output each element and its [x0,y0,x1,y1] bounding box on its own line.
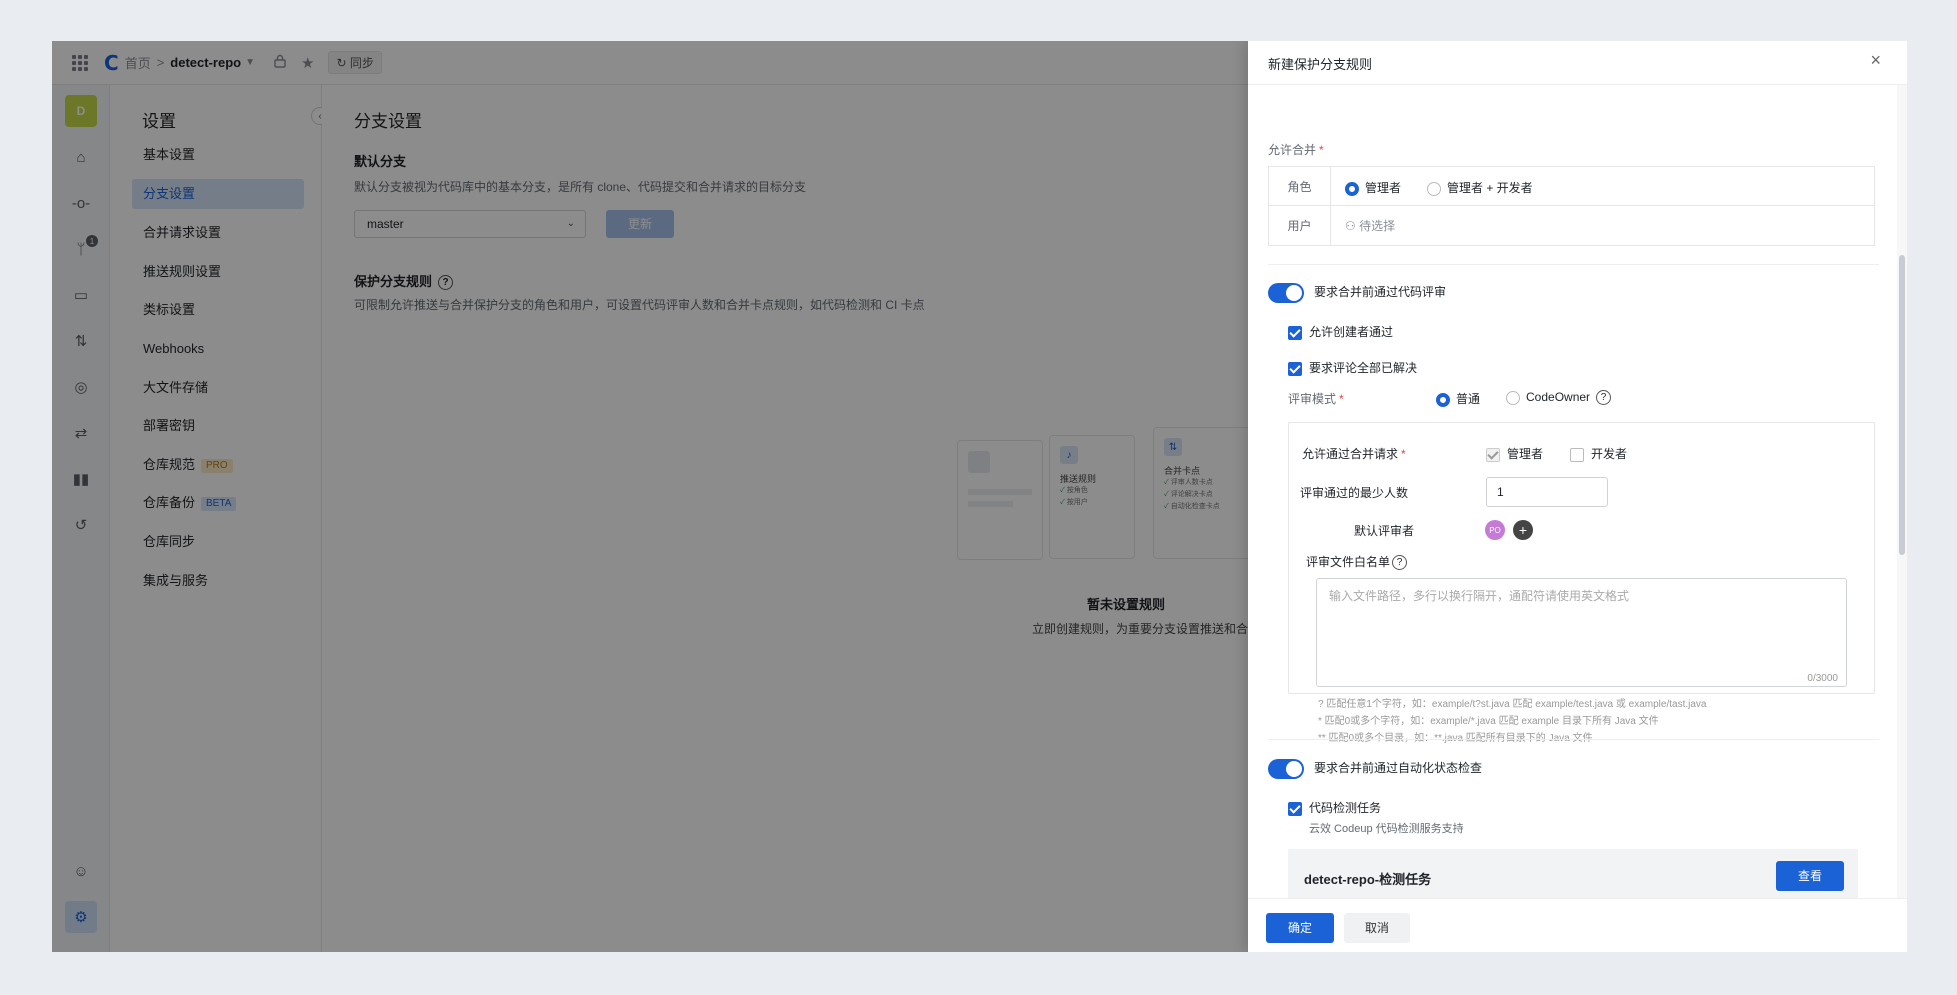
radio-unchecked[interactable] [1427,181,1441,196]
char-counter: 0/3000 [1807,673,1838,684]
divider [1268,739,1879,740]
code-check-task-row[interactable]: 代码检测任务 [1288,799,1381,816]
code-review-switch[interactable] [1268,283,1304,303]
help-icon[interactable]: ? [1596,390,1612,406]
allow-pass-label: 允许通过合并请求 * [1302,445,1406,462]
radio-checked[interactable] [1345,181,1359,196]
mode-option-label: 普通 [1456,392,1481,406]
role-option-label: 管理者 + 开发者 [1447,181,1533,195]
help-icon[interactable]: ? [1392,555,1408,571]
default-reviewer-label: 默认评审者 [1354,524,1415,538]
view-button[interactable]: 查看 [1776,861,1844,891]
mode-option-label: CodeOwner [1526,390,1591,404]
add-user-icon: ⚇ [1345,219,1360,233]
code-review-switch-label: 要求合并前通过代码评审 [1314,285,1447,300]
code-review-toggle-row: 要求合并前通过代码评审 [1268,283,1446,303]
allow-pass-option-label: 开发者 [1591,447,1628,461]
required-mark: * [1319,143,1324,157]
whitelist-textarea[interactable]: 输入文件路径，多行以换行隔开，通配符请使用英文格式 0/3000 [1316,578,1847,687]
role-option-admin[interactable]: 管理者 [1345,179,1401,196]
whitelist-placeholder: 输入文件路径，多行以换行隔开，通配符请使用英文格式 [1329,589,1630,603]
radio-checked[interactable] [1436,392,1450,407]
allow-merge-label: 允许合并 * [1268,141,1324,158]
allow-creator-checkbox-row[interactable]: 允许创建者通过 [1288,323,1393,340]
allow-pass-admin: 管理者 [1486,445,1543,462]
auto-check-switch-label: 要求合并前通过自动化状态检查 [1314,761,1483,776]
new-protected-branch-drawer: 新建保护分支规则 × 允许合并 * 角色 管理者 管理者 + 开发者 用户 ⚇ 待… [1248,41,1907,952]
detect-task-name: detect-repo-检测任务 [1304,872,1432,887]
detect-task-card: detect-repo-检测任务 查看 [1288,849,1858,905]
auto-check-toggle-row: 要求合并前通过自动化状态检查 [1268,759,1482,779]
allow-pass-admin-checkbox [1486,447,1500,462]
confirm-button[interactable]: 确定 [1266,913,1334,943]
user-placeholder: 待选择 [1359,219,1396,233]
whitelist-label: 评审文件白名单? [1306,553,1408,571]
allow-merge-table: 角色 管理者 管理者 + 开发者 用户 ⚇ 待选择 [1268,166,1875,246]
drawer-header: 新建保护分支规则 × [1248,41,1907,85]
close-icon[interactable]: × [1870,50,1881,71]
role-option-admin-dev[interactable]: 管理者 + 开发者 [1427,179,1533,196]
review-mode-label: 评审模式 * [1288,390,1344,407]
role-row: 角色 管理者 管理者 + 开发者 [1269,167,1874,206]
allow-merge-label-text: 允许合并 [1268,143,1317,157]
role-label: 角色 [1269,167,1331,205]
user-label: 用户 [1269,206,1331,245]
allow-pass-label-text: 允许通过合并请求 [1302,447,1399,461]
reviewer-list: PO + [1485,520,1533,540]
drawer-title: 新建保护分支规则 [1268,57,1373,72]
cancel-button[interactable]: 取消 [1344,913,1410,943]
allow-pass-dev[interactable]: 开发者 [1570,445,1627,462]
code-check-task-checkbox[interactable] [1288,801,1302,816]
require-resolved-checkbox-row[interactable]: 要求评论全部已解决 [1288,359,1417,376]
app-window: C 首页 > detect-repo ▼ ★ ↻ 同步 D ⌂ -o- ᛘ1 ▭… [52,41,1907,952]
mode-option-codeowner[interactable]: CodeOwner? [1506,390,1612,406]
allow-pass-dev-checkbox[interactable] [1570,447,1584,462]
code-check-task-label: 代码检测任务 [1309,801,1382,815]
min-reviewers-label: 评审通过的最少人数 [1300,486,1409,500]
auto-check-switch[interactable] [1268,759,1304,779]
radio-unchecked[interactable] [1506,390,1520,405]
drawer-scrollbar[interactable] [1897,85,1907,898]
require-resolved-checkbox[interactable] [1288,361,1302,376]
reviewer-avatar[interactable]: PO [1485,520,1505,540]
user-row: 用户 ⚇ 待选择 [1269,206,1874,245]
hint-line: ? 匹配任意1个字符，如：example/t?st.java 匹配 exampl… [1318,699,1707,710]
min-reviewers-input[interactable]: 1 [1486,477,1608,507]
allow-creator-checkbox[interactable] [1288,325,1302,340]
review-mode-label-text: 评审模式 [1288,392,1337,406]
user-select[interactable]: ⚇ 待选择 [1345,217,1395,234]
add-reviewer-icon[interactable]: + [1513,520,1533,540]
hint-line: * 匹配0或多个字符，如：example/*.java 匹配 example 目… [1318,716,1659,727]
allow-pass-option-label: 管理者 [1507,447,1544,461]
whitelist-label-text: 评审文件白名单 [1306,555,1391,569]
divider [1268,264,1879,265]
code-check-task-sub: 云效 Codeup 代码检测服务支持 [1309,823,1464,835]
scrollbar-thumb[interactable] [1899,255,1905,555]
mode-option-normal[interactable]: 普通 [1436,390,1480,407]
required-mark: * [1339,392,1344,406]
required-mark: * [1401,447,1406,461]
drawer-footer: 确定 取消 [1248,898,1907,952]
require-resolved-label: 要求评论全部已解决 [1309,361,1418,375]
allow-creator-label: 允许创建者通过 [1309,325,1394,339]
role-option-label: 管理者 [1365,181,1402,195]
